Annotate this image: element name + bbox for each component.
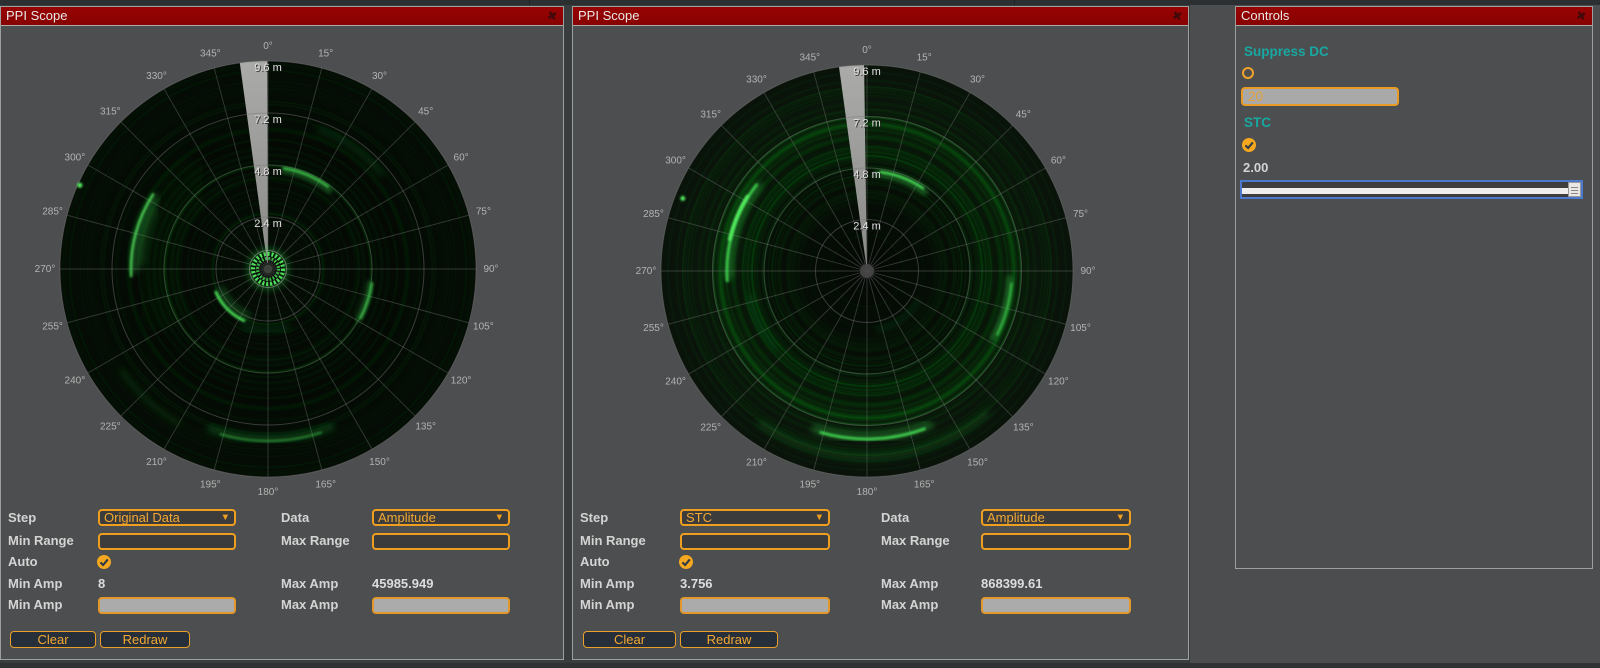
svg-text:180°: 180°	[258, 487, 279, 498]
svg-text:345°: 345°	[799, 53, 820, 64]
svg-text:300°: 300°	[65, 153, 86, 164]
svg-text:315°: 315°	[100, 106, 121, 117]
svg-text:150°: 150°	[967, 457, 988, 468]
svg-text:240°: 240°	[65, 376, 86, 387]
svg-text:2.4 m: 2.4 m	[254, 218, 282, 230]
svg-text:60°: 60°	[454, 153, 469, 164]
svg-text:2.4 m: 2.4 m	[853, 221, 881, 233]
svg-text:270°: 270°	[35, 264, 56, 275]
svg-text:60°: 60°	[1051, 156, 1066, 167]
svg-text:4.8 m: 4.8 m	[853, 169, 881, 181]
svg-text:165°: 165°	[914, 480, 935, 491]
svg-text:285°: 285°	[643, 209, 664, 220]
svg-text:330°: 330°	[146, 71, 167, 82]
svg-text:195°: 195°	[200, 479, 221, 490]
svg-text:270°: 270°	[636, 266, 657, 277]
svg-text:300°: 300°	[665, 156, 686, 167]
svg-text:7.2 m: 7.2 m	[853, 118, 881, 130]
svg-text:0°: 0°	[263, 41, 273, 52]
svg-text:150°: 150°	[369, 457, 390, 468]
svg-text:105°: 105°	[1070, 323, 1091, 334]
svg-text:120°: 120°	[451, 376, 472, 387]
svg-text:315°: 315°	[700, 110, 721, 121]
svg-text:45°: 45°	[418, 106, 433, 117]
svg-text:210°: 210°	[146, 457, 167, 468]
svg-text:105°: 105°	[473, 322, 494, 333]
svg-text:75°: 75°	[476, 206, 491, 217]
svg-text:90°: 90°	[483, 264, 498, 275]
svg-text:330°: 330°	[746, 75, 767, 86]
svg-text:240°: 240°	[665, 377, 686, 388]
svg-text:255°: 255°	[643, 323, 664, 334]
svg-text:30°: 30°	[372, 71, 387, 82]
svg-text:345°: 345°	[200, 49, 221, 60]
svg-text:4.8 m: 4.8 m	[254, 166, 282, 178]
svg-text:225°: 225°	[700, 422, 721, 433]
svg-text:120°: 120°	[1048, 377, 1069, 388]
svg-text:180°: 180°	[857, 487, 878, 498]
svg-text:135°: 135°	[415, 422, 436, 433]
svg-text:195°: 195°	[799, 480, 820, 491]
svg-text:255°: 255°	[42, 322, 63, 333]
svg-text:15°: 15°	[318, 49, 333, 60]
svg-text:90°: 90°	[1080, 266, 1095, 277]
svg-text:15°: 15°	[917, 53, 932, 64]
svg-text:165°: 165°	[315, 479, 336, 490]
svg-text:9.6 m: 9.6 m	[853, 66, 881, 78]
svg-text:210°: 210°	[746, 457, 767, 468]
svg-text:30°: 30°	[970, 75, 985, 86]
svg-text:9.6 m: 9.6 m	[254, 62, 282, 74]
svg-text:135°: 135°	[1013, 422, 1034, 433]
svg-text:45°: 45°	[1016, 110, 1031, 121]
svg-text:75°: 75°	[1073, 209, 1088, 220]
svg-text:225°: 225°	[100, 422, 121, 433]
svg-text:0°: 0°	[862, 45, 872, 56]
svg-text:7.2 m: 7.2 m	[254, 114, 282, 126]
svg-text:285°: 285°	[42, 206, 63, 217]
